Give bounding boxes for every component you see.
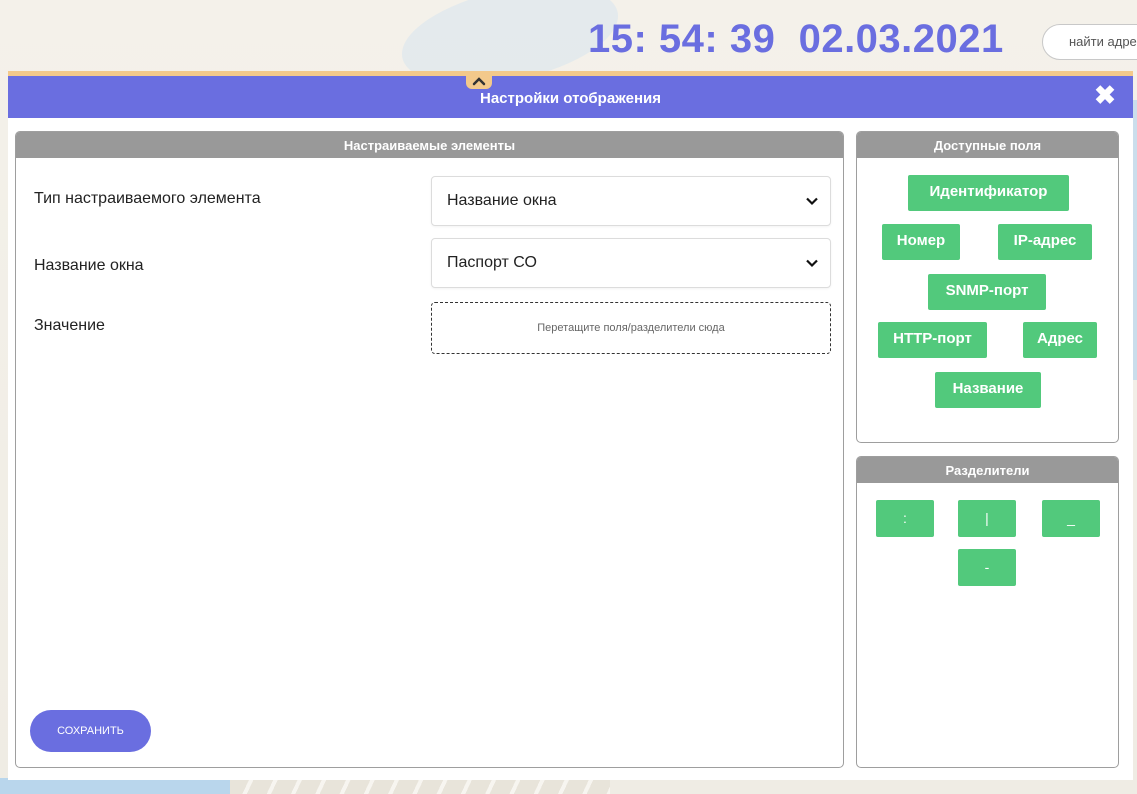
chevron-down-icon: [806, 259, 818, 268]
customize-panel: Настраиваемые элементы Тип настраиваемог…: [15, 131, 844, 768]
separators-panel: Разделители : | _ -: [856, 456, 1119, 768]
dialog-title: Настройки отображения: [480, 90, 661, 107]
field-chip[interactable]: Название: [935, 372, 1041, 408]
field-chip[interactable]: Адрес: [1023, 322, 1097, 358]
map-roads: [230, 778, 610, 794]
field-chip[interactable]: Идентификатор: [908, 175, 1069, 211]
clock: 15: 54: 39 02.03.2021: [588, 17, 1004, 62]
chevron-down-icon: [806, 197, 818, 206]
window-name-value: Паспорт СО: [447, 254, 537, 271]
dropzone-hint: Перетащите поля/разделители сюда: [537, 322, 725, 334]
collapse-button[interactable]: [466, 73, 492, 89]
clock-time: 15: 54: 39: [588, 17, 776, 61]
map-water: [0, 778, 240, 794]
available-fields-title: Доступные поля: [857, 132, 1118, 158]
separator-chip[interactable]: :: [876, 500, 934, 537]
available-fields-panel: Доступные поля Идентификатор Номер IP-ад…: [856, 131, 1119, 443]
value-dropzone[interactable]: Перетащите поля/разделители сюда: [431, 302, 831, 354]
field-chip[interactable]: SNMP-порт: [928, 274, 1046, 310]
window-name-label: Название окна: [34, 257, 144, 274]
clock-date: 02.03.2021: [798, 17, 1004, 61]
save-button[interactable]: СОХРАНИТЬ: [30, 710, 151, 752]
customize-panel-title: Настраиваемые элементы: [16, 132, 843, 158]
field-chip[interactable]: HTTP-порт: [878, 322, 987, 358]
field-chip[interactable]: Номер: [882, 224, 960, 260]
value-label: Значение: [34, 317, 105, 334]
separator-chip[interactable]: |: [958, 500, 1016, 537]
separator-chip[interactable]: -: [958, 549, 1016, 586]
separators-title: Разделители: [857, 457, 1118, 483]
address-search-placeholder: найти адрес: [1069, 34, 1137, 49]
element-type-select[interactable]: Название окна: [431, 176, 831, 226]
element-type-label: Тип настраиваемого элемента: [34, 190, 261, 207]
dialog-header: Настройки отображения: [8, 76, 1133, 118]
separator-chip[interactable]: _: [1042, 500, 1100, 537]
field-chip[interactable]: IP-адрес: [998, 224, 1092, 260]
close-icon[interactable]: ✖: [1093, 82, 1117, 108]
element-type-value: Название окна: [447, 192, 557, 209]
chevron-up-icon: [472, 77, 486, 86]
address-search-input[interactable]: найти адрес: [1042, 24, 1137, 60]
window-name-select[interactable]: Паспорт СО: [431, 238, 831, 288]
